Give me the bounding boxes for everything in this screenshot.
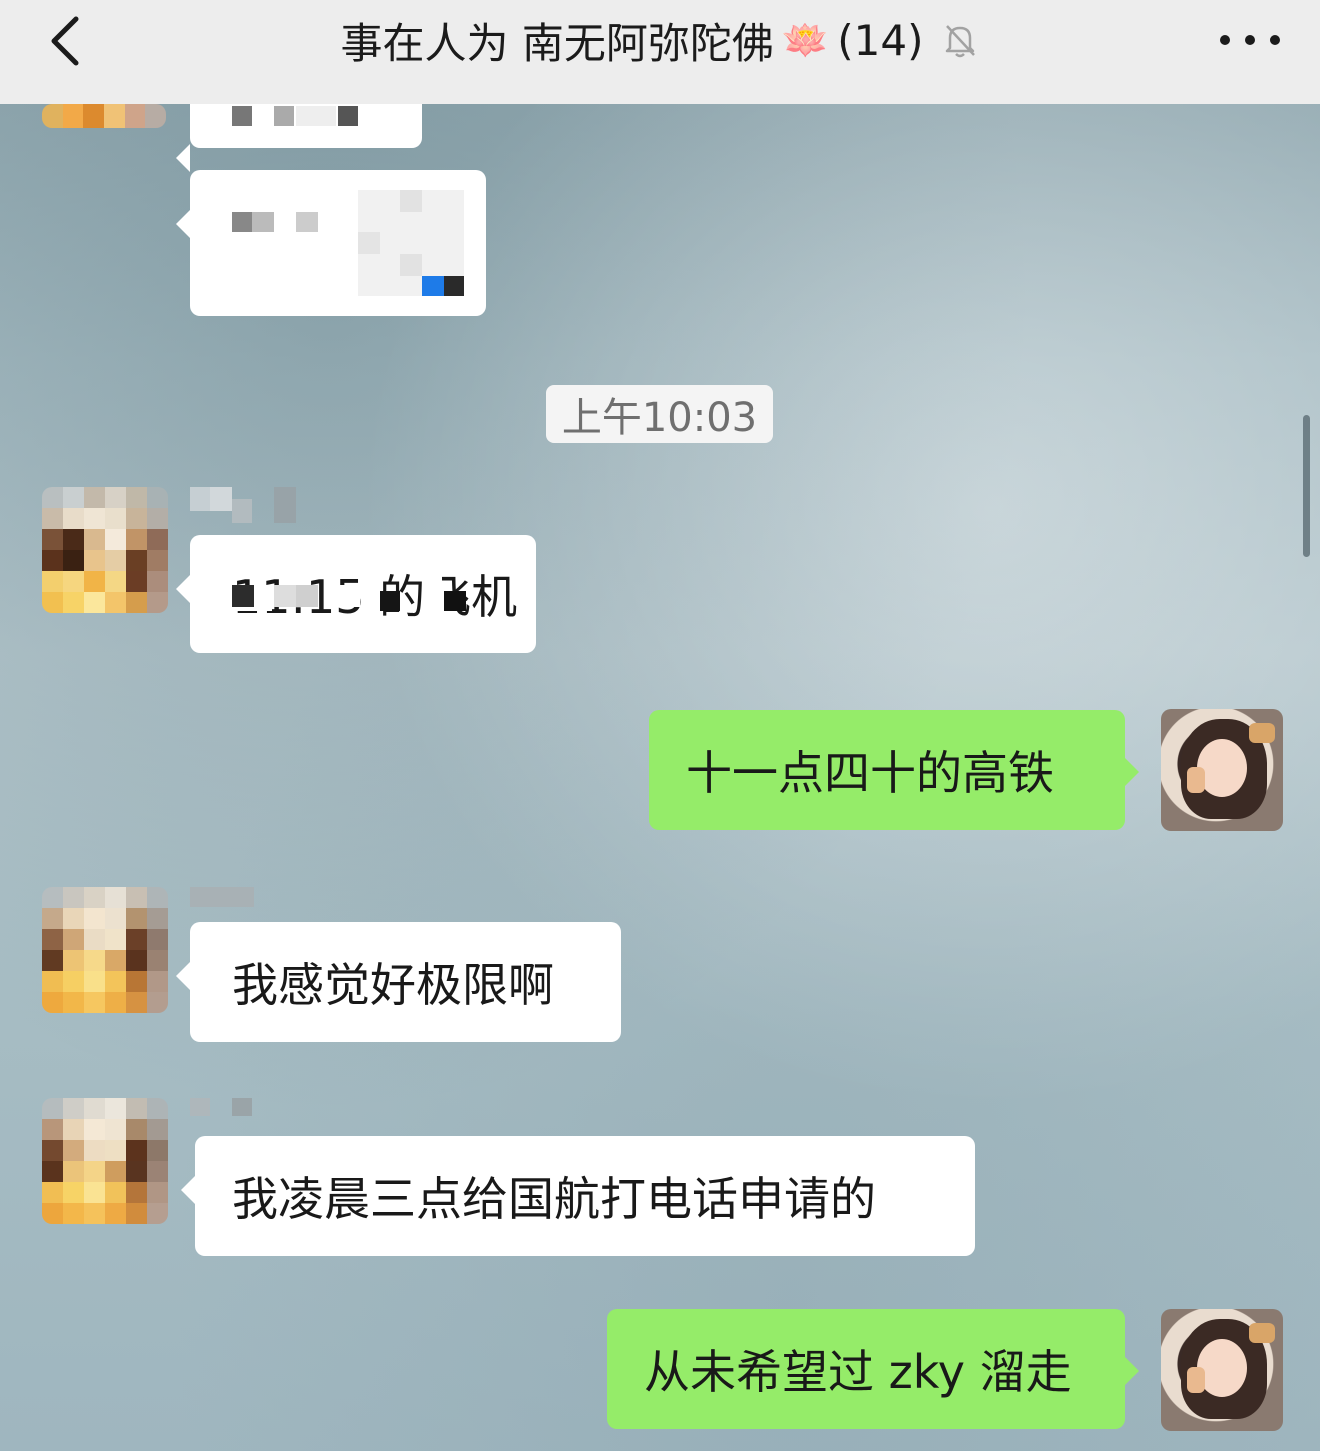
avatar[interactable] bbox=[42, 104, 166, 128]
message-text: 我感觉好极限啊 bbox=[232, 958, 554, 1012]
lotus-emoji: 🪷 bbox=[781, 17, 830, 62]
back-button[interactable] bbox=[40, 14, 90, 68]
message-bubble[interactable]: 我凌晨三点给国航打电话申请的 bbox=[181, 1136, 975, 1256]
message-bubble-outgoing[interactable]: 从未希望过 zky 溜走 bbox=[607, 1309, 1139, 1429]
avatar[interactable] bbox=[42, 1098, 168, 1224]
member-count: (14) bbox=[837, 15, 924, 65]
bell-muted-icon bbox=[946, 25, 976, 58]
message-text: 十一点四十的高铁 bbox=[686, 746, 1054, 800]
message-bubble[interactable] bbox=[176, 104, 422, 172]
chat-header: 事在人为 南无阿弥陀佛 🪷 (14) bbox=[0, 0, 1320, 104]
message-text: 从未希望过 zky 溜走 bbox=[644, 1345, 1072, 1399]
timestamp: 上午10:03 bbox=[546, 385, 773, 443]
sender-name bbox=[190, 487, 296, 523]
message-bubble-outgoing[interactable]: 十一点四十的高铁 bbox=[649, 710, 1139, 830]
message-bubble[interactable]: 11:15 的飞机 bbox=[176, 535, 536, 653]
message-bubble[interactable] bbox=[176, 170, 486, 316]
message-bubble[interactable]: 我感觉好极限啊 bbox=[176, 922, 621, 1042]
sender-name bbox=[190, 1098, 254, 1122]
more-button[interactable] bbox=[1220, 20, 1280, 60]
sender-name bbox=[190, 887, 254, 911]
group-name: 事在人为 南无阿弥陀佛 bbox=[340, 18, 774, 68]
message-text: 我凌晨三点给国航打电话申请的 bbox=[232, 1172, 876, 1226]
chevron-left-icon bbox=[51, 16, 79, 66]
scrollbar[interactable] bbox=[1303, 415, 1310, 557]
my-avatar[interactable] bbox=[1161, 709, 1283, 831]
my-avatar[interactable] bbox=[1161, 1309, 1283, 1431]
avatar[interactable] bbox=[42, 887, 168, 1013]
avatar[interactable] bbox=[42, 487, 168, 613]
more-dots-icon bbox=[1220, 35, 1230, 45]
chat-title[interactable]: 事在人为 南无阿弥陀佛 🪷 (14) bbox=[341, 10, 980, 71]
